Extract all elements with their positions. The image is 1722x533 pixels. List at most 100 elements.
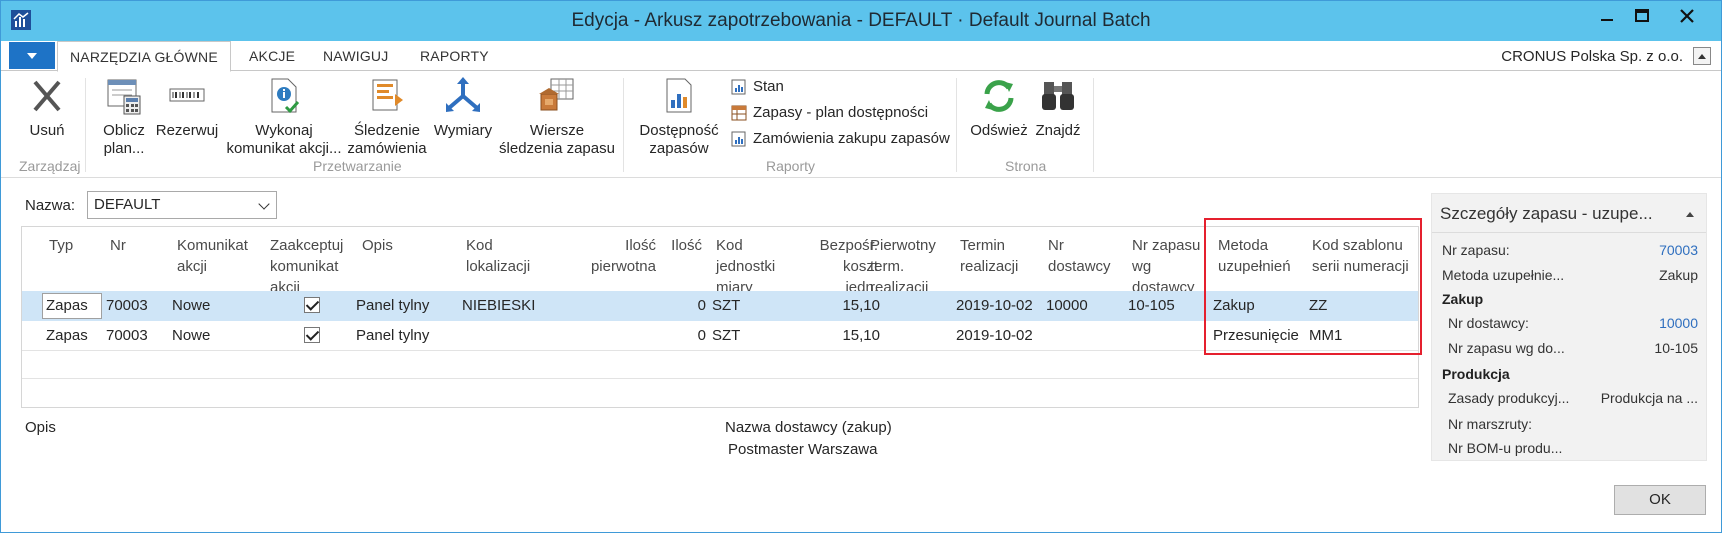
col-header-description[interactable]: Opis <box>362 235 393 256</box>
calculator-sheet-icon <box>107 79 141 115</box>
collapse-caret-icon[interactable] <box>1686 212 1694 217</box>
order-tracking-button[interactable]: Śledzenie zamówienia <box>347 76 427 158</box>
col-header-nr[interactable]: Nr <box>110 235 126 256</box>
title-bar: Edycja - Arkusz zapotrzebowania - DEFAUL… <box>1 1 1721 41</box>
refresh-button[interactable]: Odśwież <box>969 76 1029 140</box>
cell-location[interactable]: NIEBIESKI <box>462 297 535 314</box>
factbox-title[interactable]: Szczegóły zapasu - uzupe... <box>1440 204 1653 224</box>
factbox-vendor-link[interactable]: 10000 <box>1659 315 1698 331</box>
close-button[interactable] <box>1654 1 1720 31</box>
status-report-button[interactable]: Stan <box>731 78 784 95</box>
factbox-routing-label: Nr marszruty: <box>1448 416 1532 432</box>
calculate-plan-label-1: Oblicz <box>103 122 145 139</box>
col-header-original-due-date[interactable]: Pierwotny term. realizacji <box>870 235 936 298</box>
col-header-vendor-item-no[interactable]: Nr zapasu wg dostawcy <box>1132 235 1200 298</box>
col-header-vendor-no[interactable]: Nr dostawcy <box>1048 235 1111 277</box>
cell-typ[interactable]: Zapas <box>46 327 88 344</box>
reserve-button[interactable]: Rezerwuj <box>155 76 219 140</box>
col-header-due-date[interactable]: Termin realizacji <box>960 235 1018 277</box>
batch-name-dropdown[interactable]: DEFAULT <box>87 191 277 219</box>
tab-actions[interactable]: AKCJE <box>249 48 295 64</box>
empty-table-row[interactable] <box>22 351 1418 379</box>
dimensions-icon <box>446 77 480 112</box>
cell-vendor-item-no[interactable]: 10-105 <box>1128 297 1175 314</box>
find-label: Znajdź <box>1035 122 1081 139</box>
group-page-label: Strona <box>1005 158 1047 174</box>
cell-quantity[interactable]: 0 <box>662 327 706 344</box>
application-menu-button[interactable] <box>9 42 55 69</box>
factbox-purchase-header: Zakup <box>1442 291 1484 307</box>
dimensions-button[interactable]: Wymiary <box>433 76 493 140</box>
cell-vendor-no[interactable]: 10000 <box>1046 297 1088 314</box>
tab-navigate[interactable]: NAWIGUJ <box>323 48 388 64</box>
ok-button[interactable]: OK <box>1614 485 1706 515</box>
availability-plan-button[interactable]: Zapasy - plan dostępności <box>731 104 928 121</box>
factbox-item-no-link[interactable]: 70003 <box>1659 242 1698 258</box>
factbox-divider <box>1432 232 1706 233</box>
dimensions-label: Wymiary <box>433 122 493 139</box>
col-header-uom[interactable]: Kod jednostki miary <box>716 235 775 298</box>
report-icon <box>731 79 746 94</box>
cell-quantity[interactable]: 0 <box>662 297 706 314</box>
tab-reports[interactable]: RAPORTY <box>420 48 489 64</box>
item-tracking-lines-button[interactable]: Wiersze śledzenia zapasu <box>497 76 617 158</box>
col-header-accept-action[interactable]: Zaakceptuj komunikat akcji <box>270 235 343 298</box>
cell-direct-cost[interactable]: 15,10 <box>792 327 880 344</box>
col-header-quantity[interactable]: Ilość <box>662 235 702 256</box>
refresh-label: Odśwież <box>970 122 1028 139</box>
col-header-typ[interactable]: Typ <box>49 235 73 256</box>
item-availability-button[interactable]: Dostępność zapasów <box>635 76 723 158</box>
col-header-action-message[interactable]: Komunikat akcji <box>177 235 248 277</box>
cell-nr[interactable]: 70003 <box>106 297 148 314</box>
find-button[interactable]: Znajdź <box>1033 76 1083 140</box>
cell-uom[interactable]: SZT <box>712 327 740 344</box>
order-tracking-icon <box>372 79 403 111</box>
cell-typ[interactable]: Zapas <box>46 297 88 314</box>
app-window: Edycja - Arkusz zapotrzebowania - DEFAUL… <box>0 0 1722 533</box>
group-reports-label: Raporty <box>766 158 816 174</box>
item-tracking-icon <box>539 78 574 111</box>
cell-description[interactable]: Panel tylny <box>356 297 429 314</box>
item-tracking-label-2: śledzenia zapasu <box>499 140 615 157</box>
batch-name-value: DEFAULT <box>94 196 161 213</box>
cell-direct-cost[interactable]: 15,10 <box>792 297 880 314</box>
cell-action-message[interactable]: Nowe <box>172 297 210 314</box>
delete-label: Usuń <box>29 122 65 139</box>
cell-due-date[interactable]: 2019-10-02 <box>956 297 1033 314</box>
accept-checkbox[interactable] <box>304 327 320 343</box>
carry-out-action-button[interactable]: Wykonaj komunikat akcji... <box>223 76 345 158</box>
cell-due-date[interactable]: 2019-10-02 <box>956 327 1033 344</box>
factbox-replenishment-label: Metoda uzupełnie... <box>1442 267 1565 283</box>
company-name[interactable]: CRONUS Polska Sp. z o.o. <box>1501 48 1683 65</box>
factbox-bom-label: Nr BOM-u produ... <box>1448 440 1563 456</box>
factbox-vendor-label: Nr dostawcy: <box>1448 315 1529 331</box>
col-header-direct-cost[interactable]: Bezpośr. koszt jedn. <box>792 235 878 298</box>
tab-home[interactable]: NARZĘDZIA GŁÓWNE <box>57 41 231 72</box>
chevron-down-icon <box>27 52 37 59</box>
description-label: Opis <box>25 419 56 436</box>
chevron-down-icon <box>258 198 270 210</box>
cell-action-message[interactable]: Nowe <box>172 327 210 344</box>
col-header-original-qty[interactable]: Ilość pierwotna <box>562 235 656 277</box>
maximize-icon <box>1634 9 1649 22</box>
factbox-replenishment-value: Zakup <box>1659 267 1698 283</box>
vendor-name-label: Nazwa dostawcy (zakup) <box>725 419 892 436</box>
accept-checkbox[interactable] <box>304 297 320 313</box>
cell-uom[interactable]: SZT <box>712 297 740 314</box>
item-replenishment-factbox: Szczegóły zapasu - uzupe... Nr zapasu: 7… <box>1431 193 1707 461</box>
factbox-vendor-item-value: 10-105 <box>1654 340 1698 356</box>
delete-icon <box>33 80 61 112</box>
cell-nr[interactable]: 70003 <box>106 327 148 344</box>
delete-button[interactable]: Usuń <box>25 76 69 140</box>
batch-name-label: Nazwa: <box>25 197 76 214</box>
purchase-orders-label: Zamówienia zakupu zapasów <box>753 130 950 147</box>
group-process-label: Przetwarzanie <box>313 158 402 174</box>
calculate-plan-button[interactable]: Oblicz plan... <box>99 76 149 158</box>
close-icon <box>1680 9 1694 23</box>
group-manage-label: Zarządzaj <box>19 158 81 174</box>
cell-description[interactable]: Panel tylny <box>356 327 429 344</box>
purchase-orders-button[interactable]: Zamówienia zakupu zapasów <box>731 130 950 147</box>
collapse-ribbon-button[interactable] <box>1693 47 1711 65</box>
reserve-label: Rezerwuj <box>155 122 219 139</box>
col-header-location[interactable]: Kod lokalizacji <box>466 235 530 277</box>
